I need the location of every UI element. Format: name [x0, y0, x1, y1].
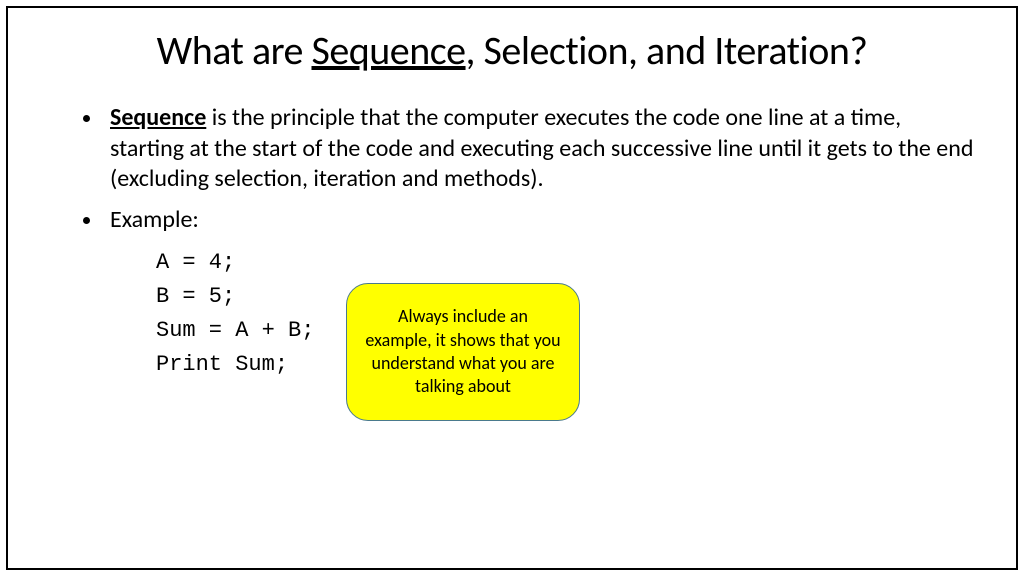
- bullet-item-1: Sequence is the principle that the compu…: [104, 103, 976, 195]
- definition-body: is the principle that the computer execu…: [110, 103, 973, 193]
- callout-text: Always include an example, it shows that…: [363, 305, 563, 399]
- title-suffix: , Selection, and Iteration?: [466, 26, 868, 75]
- definition-term: Sequence: [110, 103, 206, 132]
- title-prefix: What are: [157, 26, 312, 75]
- slide-frame: What are Sequence, Selection, and Iterat…: [6, 6, 1018, 570]
- bullet-list: Sequence is the principle that the compu…: [48, 103, 976, 236]
- slide-title: What are Sequence, Selection, and Iterat…: [48, 26, 976, 75]
- title-underlined-word: Sequence: [311, 26, 465, 75]
- callout-note: Always include an example, it shows that…: [346, 283, 580, 421]
- bullet-item-2: Example:: [104, 205, 976, 236]
